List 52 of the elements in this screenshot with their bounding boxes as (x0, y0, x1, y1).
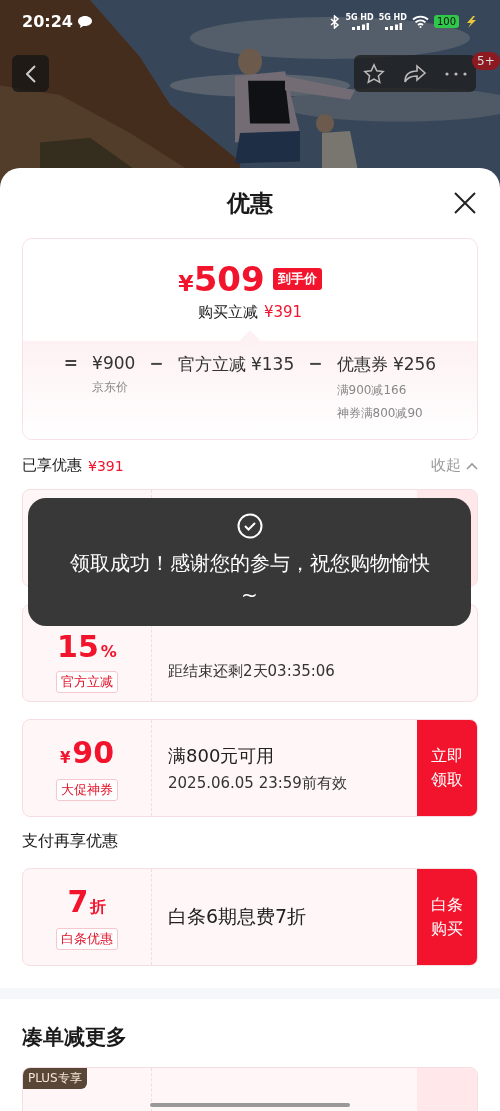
coupon-title: 白条6期息费7折 (168, 904, 308, 929)
toast-message: 领取成功！感谢您的参与，祝您购物愉快~ (68, 550, 431, 609)
coupon-tag: 白条优惠 (56, 927, 118, 950)
coupon-amount: ¥90 (59, 735, 115, 772)
close-icon (454, 192, 476, 214)
price-term: ¥900 (92, 353, 136, 373)
saving-amount: ¥391 (263, 302, 303, 322)
more-icon (444, 71, 467, 76)
chevron-up-icon (466, 461, 478, 470)
operator-sign: − (308, 353, 323, 375)
operator-sign: − (149, 353, 164, 375)
term-note: 京东价 (92, 379, 130, 396)
battery-indicator: 100 (433, 15, 459, 28)
status-time: 20:24 (22, 12, 73, 31)
coupon-validity: 距结束还剩2天03:35:06 (168, 662, 336, 681)
coupon-amount: 15% (57, 630, 117, 666)
price-term: 官方立减 ¥135 (177, 353, 295, 376)
network-label: 5G HD (378, 13, 407, 22)
wifi-icon (411, 15, 429, 28)
charging-icon (464, 15, 478, 28)
sheet-title: 优惠 (227, 188, 273, 218)
coupon-tag: 官方立减 (56, 671, 118, 693)
price-tag: 到手价 (272, 267, 322, 290)
signal-icon (350, 23, 369, 30)
check-circle-icon (236, 513, 263, 539)
notification-badge: 5+ (472, 52, 500, 70)
bluetooth-icon (330, 14, 341, 29)
coupon-amount: 7折 (67, 884, 107, 921)
enjoyed-label: 已享优惠 (22, 456, 82, 475)
enjoyed-amount: ¥391 (88, 457, 124, 474)
coupon-action-button[interactable]: 立即领取 (417, 720, 477, 816)
term-note: 满900减166 (336, 382, 408, 399)
signal-icon (383, 23, 402, 30)
plus-badge: PLUS专享 (23, 1068, 87, 1089)
share-arrow-icon (403, 63, 427, 84)
final-price: ¥509 (178, 258, 265, 299)
section-title: 凑单减更多 (22, 1024, 128, 1051)
chat-bubble-icon (77, 15, 92, 28)
network-label: 5G HD (345, 13, 374, 22)
close-button[interactable] (454, 192, 476, 214)
coupon-action-button[interactable]: 白条购买 (417, 869, 477, 965)
collapse-toggle[interactable]: 收起 (431, 456, 478, 475)
saving-label: 购买立减 (197, 302, 258, 322)
star-icon (363, 62, 386, 85)
operator-sign: = (63, 353, 79, 375)
back-button[interactable] (12, 55, 49, 92)
price-term: 优惠券 ¥256 (336, 353, 437, 376)
term-note: 神券满800减90 (336, 405, 424, 422)
coupon-validity: 2025.06.05 23:59前有效 (168, 773, 348, 793)
coupon-title: 满800元可用 (168, 743, 276, 768)
section-title: 支付再享优惠 (22, 831, 119, 852)
coupon-tag: 大促神券 (56, 778, 118, 801)
